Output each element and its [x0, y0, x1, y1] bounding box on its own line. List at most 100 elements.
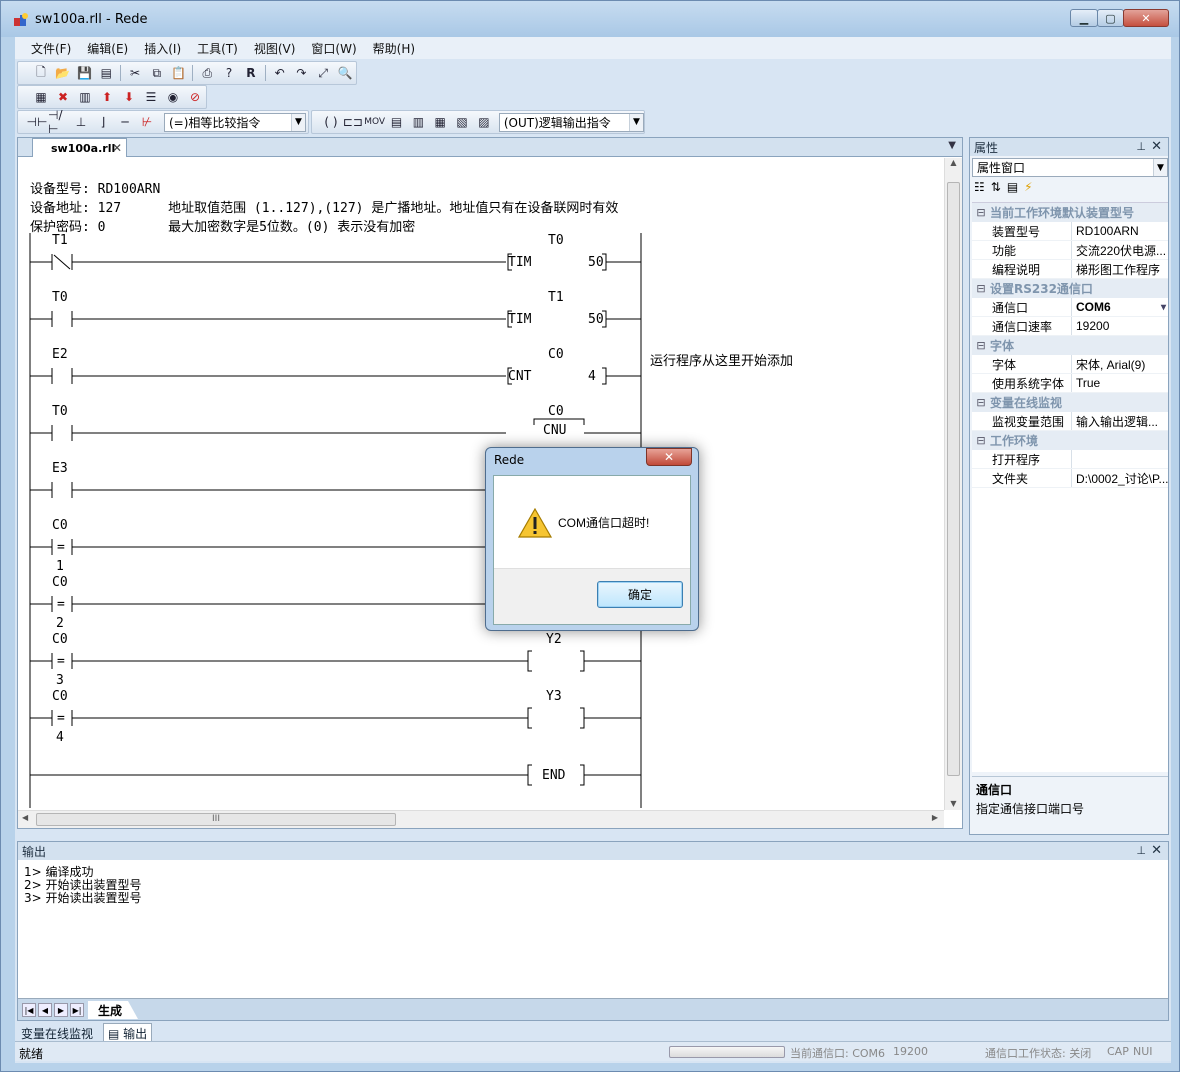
help-icon[interactable]: ? [218, 63, 240, 83]
delete-icon[interactable]: ✖ [52, 87, 74, 107]
scroll-left-icon[interactable]: ◀ [22, 813, 28, 822]
copy-icon[interactable]: ⧉ [146, 63, 168, 83]
last-tab-icon[interactable]: ▶| [70, 1003, 84, 1017]
branch-end-icon[interactable]: ⌋ [92, 112, 114, 132]
property-row[interactable]: 通信口速率 19200 [972, 317, 1168, 336]
monitor-icon[interactable]: ◉ [162, 87, 184, 107]
property-row[interactable]: 监视变量范围 输入输出逻辑... [972, 412, 1168, 431]
property-value[interactable]: RD100ARN [1072, 222, 1168, 240]
menu-window[interactable]: 窗口(W) [303, 40, 364, 57]
menu-insert[interactable]: 插入(I) [136, 40, 189, 57]
property-row[interactable]: 编程说明 梯形图工作程序 [972, 260, 1168, 279]
undo-icon[interactable]: ↶ [269, 63, 291, 83]
close-icon[interactable]: ✕ [1151, 139, 1162, 154]
save-all-icon[interactable]: ▤ [95, 63, 117, 83]
compare-icon[interactable]: ▧ [451, 112, 473, 132]
menu-tools[interactable]: 工具(T) [189, 40, 246, 57]
maximize-button[interactable]: ▢ [1097, 9, 1124, 27]
ok-button[interactable]: 确定 [597, 581, 683, 608]
property-pages-icon[interactable]: ▤ [1007, 180, 1018, 200]
sort-alpha-icon[interactable]: ⇅ [991, 180, 1001, 200]
minimize-button[interactable]: ▁ [1070, 9, 1098, 27]
categorized-icon[interactable]: ☷ [974, 180, 985, 200]
close-button[interactable]: ✕ [1123, 9, 1169, 27]
tab-build[interactable]: 生成 [88, 1001, 138, 1019]
horizontal-scroll-thumb[interactable]: III [36, 813, 396, 826]
timer-icon[interactable]: ▤ [386, 112, 408, 132]
upload-icon[interactable]: ⬆ [96, 87, 118, 107]
properties-object-select[interactable]: 属性窗口 ▼ [972, 158, 1168, 177]
property-value[interactable] [1072, 450, 1168, 468]
property-row[interactable]: 装置型号 RD100ARN [972, 222, 1168, 241]
property-row[interactable]: 字体 宋体, Arial(9) [972, 355, 1168, 374]
property-category[interactable]: ⊟ 变量在线监视 [972, 393, 1168, 412]
first-tab-icon[interactable]: |◀ [22, 1003, 36, 1017]
list-icon[interactable]: ☰ [140, 87, 162, 107]
dialog-close-button[interactable]: ✕ [646, 448, 692, 466]
property-category[interactable]: ⊟ 字体 [972, 336, 1168, 355]
scroll-right-icon[interactable]: ▶ [932, 813, 938, 822]
pin-icon[interactable]: ⊥ [1136, 140, 1146, 153]
grid-icon[interactable]: ▥ [74, 87, 96, 107]
open-folder-icon[interactable]: 📂 [52, 63, 74, 83]
collapse-icon[interactable]: ⊟ [972, 434, 990, 447]
ladder-editor[interactable]: T1 T0 TIM 50 T0 T1 TIM 50 E2 C0 CNT 4 T0 C0 CNU E3 C0 = 1 C… [18, 158, 943, 808]
compile-icon[interactable]: ▦ [30, 87, 52, 107]
pin-icon[interactable]: ⊥ [1136, 844, 1146, 857]
close-icon[interactable]: ✕ [112, 141, 122, 155]
property-value[interactable]: 19200 [1072, 317, 1168, 335]
menu-edit[interactable]: 编辑(E) [79, 40, 136, 57]
next-tab-icon[interactable]: ▶ [54, 1003, 68, 1017]
property-category[interactable]: ⊟ 工作环境 [972, 431, 1168, 450]
scroll-down-icon[interactable]: ▼ [945, 799, 962, 808]
no-contact-icon[interactable]: ⊣⊢ [26, 112, 48, 132]
property-category[interactable]: ⊟ 当前工作环境默认装置型号 [972, 203, 1168, 222]
property-category[interactable]: ⊟ 设置RS232通信口 [972, 279, 1168, 298]
property-row[interactable]: 功能 交流220伏电源... [972, 241, 1168, 260]
property-value[interactable]: D:\0002_讨论\P... [1072, 469, 1168, 487]
property-value[interactable]: 输入输出逻辑... [1072, 412, 1168, 430]
tab-sw100a[interactable]: sw100a.rll ✕ [32, 138, 127, 157]
title-bar[interactable]: sw100a.rll - Rede ▁ ▢ ✕ [1, 1, 1179, 37]
collapse-icon[interactable]: ⊟ [972, 206, 990, 219]
prev-tab-icon[interactable]: ◀ [38, 1003, 52, 1017]
horizontal-line-icon[interactable]: ─ [114, 112, 136, 132]
property-value[interactable]: 梯形图工作程序 [1072, 260, 1168, 278]
property-row[interactable]: 使用系统字体 True [972, 374, 1168, 393]
cut-icon[interactable]: ✂ [124, 63, 146, 83]
menu-file[interactable]: 文件(F) [23, 40, 79, 57]
delete-line-icon[interactable]: ⊬ [136, 112, 158, 132]
chevron-down-icon[interactable]: ▼ [1153, 159, 1167, 176]
property-value[interactable]: 交流220伏电源... [1072, 241, 1168, 259]
clear-icon[interactable]: ▨ [473, 112, 495, 132]
save-icon[interactable]: 💾 [74, 63, 96, 83]
events-icon[interactable]: ⚡ [1024, 180, 1032, 200]
zoom-icon[interactable]: ⤢ [312, 63, 334, 83]
redo-icon[interactable]: ↷ [291, 63, 313, 83]
new-file-icon[interactable]: 🗋 [30, 63, 52, 83]
paste-icon[interactable]: 📋 [168, 63, 190, 83]
scroll-up-icon[interactable]: ▲ [945, 158, 962, 167]
vertical-scrollbar[interactable]: ▲ ▼ [944, 158, 962, 810]
vertical-scroll-thumb[interactable] [947, 182, 960, 776]
find-icon[interactable]: 🔍 [334, 63, 356, 83]
menu-help[interactable]: 帮助(H) [365, 40, 423, 57]
r-icon[interactable]: R [240, 63, 262, 83]
horizontal-scrollbar[interactable]: ◀ III ▶ [18, 810, 944, 828]
download-icon[interactable]: ⬇ [118, 87, 140, 107]
property-value[interactable]: COM6 ▾ [1072, 298, 1168, 316]
property-row[interactable]: 打开程序 [972, 450, 1168, 469]
chevron-down-icon[interactable]: ▾ [1161, 302, 1166, 313]
collapse-icon[interactable]: ⊟ [972, 282, 990, 295]
property-row[interactable]: 文件夹 D:\0002_讨论\P... [972, 469, 1168, 488]
property-row[interactable]: 通信口 COM6 ▾ [972, 298, 1168, 317]
tab-variable-monitor[interactable]: 变量在线监视 [17, 1024, 97, 1043]
chevron-down-icon[interactable]: ▼ [291, 113, 305, 131]
chevron-down-icon[interactable]: ▼ [628, 113, 643, 131]
function-block-icon[interactable]: ⊏⊐ [342, 112, 364, 132]
coil-icon[interactable]: ( ) [320, 112, 342, 132]
menu-view[interactable]: 视图(V) [246, 40, 304, 57]
close-icon[interactable]: ✕ [1151, 843, 1162, 858]
print-icon[interactable]: ⎙ [196, 63, 218, 83]
property-value[interactable]: True [1072, 374, 1168, 392]
